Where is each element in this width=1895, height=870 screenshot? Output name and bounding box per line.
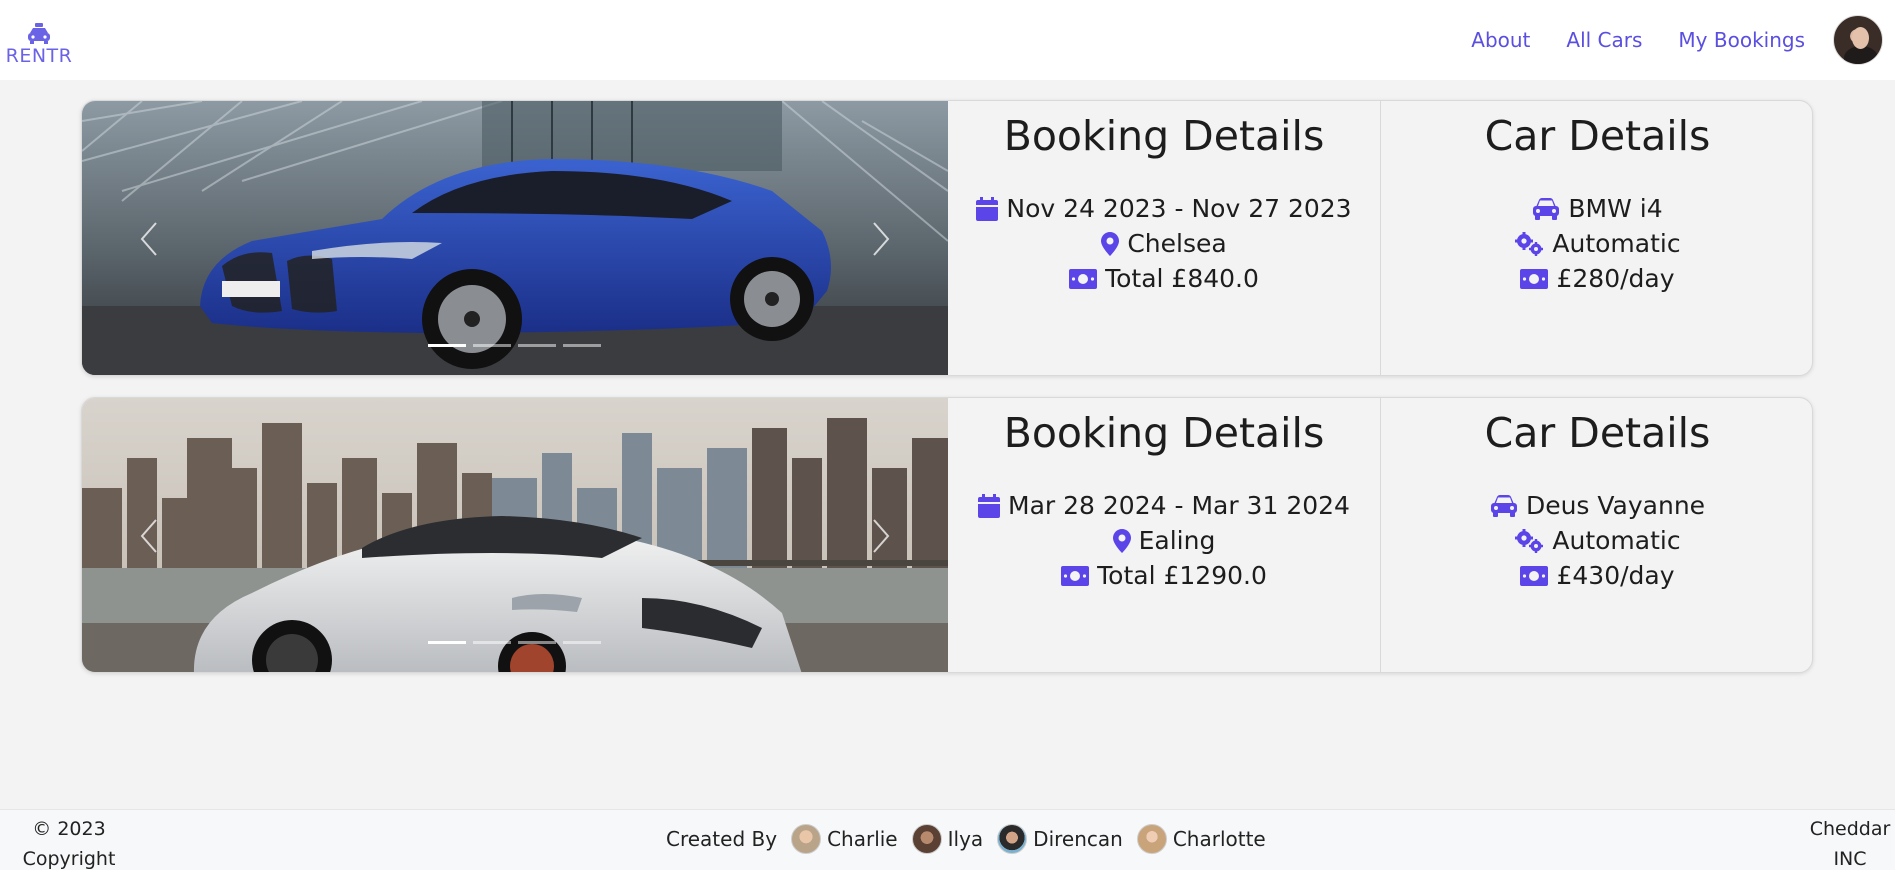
- created-by-label: Created By: [666, 827, 778, 851]
- car-transmission: Automatic: [1381, 523, 1812, 558]
- carousel-indicator[interactable]: [563, 344, 601, 347]
- booking-total: Total £840.0: [948, 261, 1380, 296]
- car-icon: [1533, 197, 1560, 220]
- booking-details-title: Booking Details: [1003, 409, 1325, 457]
- booking-dates: Mar 28 2024 - Mar 31 2024: [948, 488, 1380, 523]
- booking-location: Chelsea: [948, 226, 1380, 261]
- money-icon: [1069, 268, 1098, 289]
- booking-location: Ealing: [948, 523, 1380, 558]
- carousel-indicator[interactable]: [428, 641, 466, 644]
- carousel-indicator[interactable]: [518, 641, 556, 644]
- booking-dates: Nov 24 2023 - Nov 27 2023: [948, 191, 1380, 226]
- car-transmission-text: Automatic: [1552, 229, 1681, 258]
- car-price: £430/day: [1381, 558, 1812, 593]
- car-details-section: Car Details Deus Vayanne Automatic £430/…: [1380, 398, 1812, 672]
- booking-total: Total £1290.0: [948, 558, 1380, 593]
- rentr-logo[interactable]: RENTR: [0, 14, 78, 66]
- copyright-text: © 2023 Copyright: [22, 818, 116, 870]
- booking-card: Booking Details Mar 28 2024 - Mar 31 202…: [81, 397, 1813, 673]
- booking-details-section: Booking Details Nov 24 2023 - Nov 27 202…: [948, 101, 1380, 375]
- booking-card: Booking Details Nov 24 2023 - Nov 27 202…: [81, 100, 1813, 376]
- map-pin-icon: [1101, 231, 1120, 256]
- gears-icon: [1515, 528, 1544, 553]
- member-charlotte[interactable]: Charlotte: [1136, 824, 1266, 854]
- car-image-carousel[interactable]: [82, 101, 948, 375]
- car-details-title: Car Details: [1484, 409, 1711, 457]
- carousel-indicator[interactable]: [563, 641, 601, 644]
- member-name: Direncan: [1033, 827, 1123, 851]
- booking-dates-text: Mar 28 2024 - Mar 31 2024: [1008, 491, 1350, 520]
- booking-dates-text: Nov 24 2023 - Nov 27 2023: [1006, 194, 1352, 223]
- member-name: Charlotte: [1172, 827, 1266, 851]
- car-name: Deus Vayanne: [1381, 488, 1812, 523]
- carousel-indicator[interactable]: [428, 344, 466, 347]
- calendar-icon: [978, 493, 1001, 518]
- nav-about[interactable]: About: [1471, 28, 1530, 52]
- booking-location-text: Chelsea: [1127, 229, 1227, 258]
- car-price-text: £430/day: [1556, 561, 1675, 590]
- car-details-section: Car Details BMW i4 Automatic £280/day: [1380, 101, 1812, 375]
- avatar: [911, 824, 942, 854]
- car-name-text: Deus Vayanne: [1525, 491, 1706, 520]
- booking-details-title: Booking Details: [1003, 112, 1325, 160]
- member-name: Ilya: [947, 827, 984, 851]
- user-avatar[interactable]: [1833, 15, 1883, 65]
- carousel-next-icon[interactable]: [864, 516, 898, 556]
- bmw-i4-photo: [82, 101, 948, 375]
- company-name: Cheddar INC: [1809, 818, 1891, 870]
- car-transmission-text: Automatic: [1552, 526, 1681, 555]
- booking-location-text: Ealing: [1138, 526, 1216, 555]
- deus-vayanne-photo: [82, 398, 948, 672]
- navbar: RENTR About All Cars My Bookings: [0, 0, 1895, 80]
- car-details-title: Car Details: [1484, 112, 1711, 160]
- nav-links: About All Cars My Bookings: [1471, 0, 1805, 80]
- car-transmission: Automatic: [1381, 226, 1812, 261]
- carousel-indicators: [428, 344, 601, 347]
- car-image-carousel[interactable]: [82, 398, 948, 672]
- calendar-icon: [976, 196, 999, 221]
- member-ilya[interactable]: Ilya: [911, 824, 984, 854]
- carousel-prev-icon[interactable]: [132, 219, 166, 259]
- car-logo-icon: [28, 23, 50, 44]
- nav-all-cars[interactable]: All Cars: [1566, 28, 1642, 52]
- member-charlie[interactable]: Charlie: [791, 824, 898, 854]
- money-icon: [1520, 268, 1549, 289]
- carousel-indicator[interactable]: [473, 344, 511, 347]
- footer: © 2023 Copyright Created By Charlie Ilya…: [0, 809, 1895, 870]
- carousel-prev-icon[interactable]: [132, 516, 166, 556]
- member-direncan[interactable]: Direncan: [997, 824, 1123, 854]
- member-name: Charlie: [827, 827, 898, 851]
- carousel-indicator[interactable]: [518, 344, 556, 347]
- map-pin-icon: [1112, 528, 1131, 553]
- avatar: [791, 824, 822, 854]
- credits: Created By Charlie Ilya Direncan Charlot…: [666, 818, 1266, 860]
- logo-text: RENTR: [5, 45, 73, 67]
- booking-total-text: Total £840.0: [1105, 264, 1259, 293]
- booking-details-section: Booking Details Mar 28 2024 - Mar 31 202…: [948, 398, 1380, 672]
- carousel-next-icon[interactable]: [864, 219, 898, 259]
- carousel-indicators: [428, 641, 601, 644]
- car-name-text: BMW i4: [1568, 194, 1663, 223]
- avatar: [997, 824, 1028, 854]
- nav-my-bookings[interactable]: My Bookings: [1678, 28, 1805, 52]
- booking-total-text: Total £1290.0: [1097, 561, 1267, 590]
- car-price-text: £280/day: [1556, 264, 1675, 293]
- money-icon: [1520, 565, 1549, 586]
- money-icon: [1061, 565, 1090, 586]
- car-name: BMW i4: [1381, 191, 1812, 226]
- avatar: [1136, 824, 1167, 854]
- car-icon: [1490, 494, 1517, 517]
- car-price: £280/day: [1381, 261, 1812, 296]
- gears-icon: [1515, 231, 1544, 256]
- carousel-indicator[interactable]: [473, 641, 511, 644]
